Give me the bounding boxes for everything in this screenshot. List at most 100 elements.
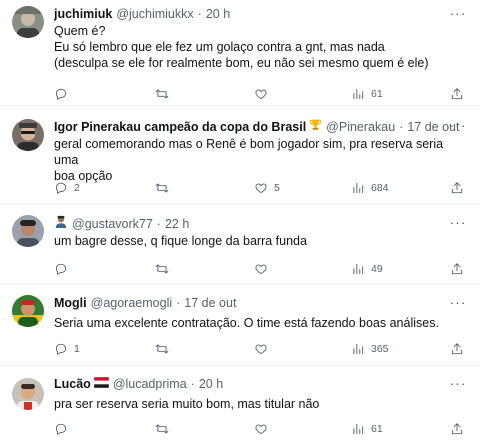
user-handle[interactable]: @Pinerakau — [326, 119, 395, 135]
user-handle[interactable]: @agoraemogli — [91, 295, 172, 311]
retweet-icon — [155, 183, 169, 193]
avatar[interactable] — [12, 119, 44, 151]
separator-dot: · — [176, 296, 181, 310]
more-icon[interactable]: ··· — [448, 215, 468, 233]
tweet-content: Lucão @lucadprima · 20 h pra ser reserva… — [54, 376, 468, 412]
user-handle[interactable]: @lucadprima — [113, 376, 187, 392]
tweet-text-line: Seria uma excelente contratação. O time … — [54, 316, 439, 330]
tweet-text-line: geral comemorando mas o Renê é bom jogad… — [54, 137, 444, 167]
flag-emoji — [93, 376, 110, 392]
reply-button[interactable] — [54, 87, 74, 101]
tweet-content: Igor Pinerakau campeão da copa do Brasil… — [54, 118, 468, 184]
reply-feed: juchimiuk @juchimiukkx · 20 h Quem é? Eu… — [0, 0, 480, 442]
like-icon — [255, 344, 267, 355]
tweet-text: pra ser reserva seria muito bom, mas tit… — [54, 396, 468, 412]
view-count: 49 — [371, 263, 383, 275]
display-name[interactable]: Igor Pinerakau campeão da copa do Brasil — [54, 119, 306, 135]
avatar[interactable] — [12, 295, 44, 327]
tweet-content: Mogli @agoraemogli · 17 de out Seria uma… — [54, 295, 468, 331]
more-icon[interactable]: ··· — [448, 295, 468, 313]
share-button[interactable] — [450, 87, 464, 101]
views-icon — [353, 423, 364, 435]
avatar[interactable] — [12, 215, 44, 247]
share-button[interactable] — [450, 422, 464, 436]
reply-button[interactable]: 2 — [54, 181, 80, 195]
timestamp[interactable]: 20 h — [199, 376, 223, 392]
tweet[interactable]: juchimiuk @juchimiukkx · 20 h Quem é? Eu… — [0, 0, 480, 106]
views-icon — [353, 88, 364, 100]
retweet-button[interactable] — [155, 342, 175, 356]
share-icon — [451, 88, 463, 100]
like-button[interactable]: 5 — [254, 181, 280, 195]
tweet-text-line: Quem é? — [54, 24, 106, 38]
retweet-button[interactable] — [155, 262, 175, 276]
avatar[interactable] — [12, 6, 44, 38]
reply-button[interactable] — [54, 262, 74, 276]
tweet-text: geral comemorando mas o Renê é bom jogad… — [54, 136, 468, 184]
timestamp[interactable]: 20 h — [206, 6, 230, 22]
like-count: 5 — [274, 182, 280, 194]
like-button[interactable] — [254, 262, 274, 276]
timestamp[interactable]: 22 h — [165, 216, 189, 232]
retweet-button[interactable] — [155, 422, 175, 436]
avatar[interactable] — [12, 378, 44, 410]
retweet-icon — [155, 89, 169, 99]
tweet-header: juchimiuk @juchimiukkx · 20 h — [54, 6, 468, 22]
timestamp[interactable]: 17 de out — [184, 295, 236, 311]
tweet[interactable]: @gustavork77 · 22 h um bagre desse, q fi… — [0, 205, 480, 285]
share-button[interactable] — [450, 342, 464, 356]
reply-button[interactable]: 1 — [54, 342, 80, 356]
tweet-actions: 61 — [54, 86, 468, 102]
tweet-text: Quem é? Eu só lembro que ele fez um gola… — [54, 23, 468, 71]
tweet[interactable]: Igor Pinerakau campeão da copa do Brasil… — [0, 106, 480, 205]
tweet-header: @gustavork77 · 22 h — [54, 215, 468, 232]
view-count: 684 — [371, 182, 389, 194]
views-button[interactable]: 684 — [351, 181, 389, 195]
tweet[interactable]: Mogli @agoraemogli · 17 de out Seria uma… — [0, 285, 480, 366]
more-icon[interactable]: ··· — [448, 376, 468, 394]
like-icon — [255, 424, 267, 435]
view-count: 365 — [371, 343, 389, 355]
separator-dot: · — [156, 216, 161, 231]
reply-icon — [55, 182, 67, 194]
reply-button[interactable] — [54, 422, 74, 436]
like-button[interactable] — [254, 342, 274, 356]
display-name[interactable]: juchimiuk — [54, 6, 112, 22]
display-name[interactable]: Lucão — [54, 376, 91, 392]
share-button[interactable] — [450, 181, 464, 195]
more-icon[interactable]: ··· — [448, 6, 468, 24]
reply-icon — [55, 263, 67, 275]
reply-icon — [55, 343, 67, 355]
like-icon — [255, 183, 267, 194]
share-button[interactable] — [450, 262, 464, 276]
tweet[interactable]: Lucão @lucadprima · 20 h pra ser reserva… — [0, 366, 480, 442]
tweet-text: um bagre desse, q fique longe da barra f… — [54, 233, 468, 249]
share-icon — [451, 182, 463, 194]
separator-dot: · — [190, 377, 195, 391]
user-handle[interactable]: @juchimiukkx — [116, 6, 193, 22]
retweet-button[interactable] — [155, 181, 175, 195]
like-button[interactable] — [254, 422, 274, 436]
reply-count: 2 — [74, 182, 80, 194]
views-button[interactable]: 49 — [351, 262, 383, 276]
tweet-header: Igor Pinerakau campeão da copa do Brasil… — [54, 118, 468, 135]
views-button[interactable]: 61 — [351, 422, 383, 436]
views-button[interactable]: 365 — [351, 342, 389, 356]
like-icon — [255, 89, 267, 100]
views-button[interactable]: 61 — [351, 87, 383, 101]
person-emoji — [54, 215, 68, 232]
more-icon[interactable]: ··· — [448, 118, 468, 136]
user-handle[interactable]: @gustavork77 — [72, 216, 153, 232]
tweet-text-line: pra ser reserva seria muito bom, mas tit… — [54, 397, 320, 411]
share-icon — [451, 343, 463, 355]
retweet-button[interactable] — [155, 87, 175, 101]
like-icon — [255, 264, 267, 275]
share-icon — [451, 423, 463, 435]
display-name[interactable]: Mogli — [54, 295, 87, 311]
reply-icon — [55, 88, 67, 100]
trophy-emoji — [309, 118, 322, 135]
tweet-content: juchimiuk @juchimiukkx · 20 h Quem é? Eu… — [54, 6, 468, 71]
like-button[interactable] — [254, 87, 274, 101]
tweet-actions: 49 — [54, 261, 468, 277]
tweet-content: @gustavork77 · 22 h um bagre desse, q fi… — [54, 215, 468, 249]
